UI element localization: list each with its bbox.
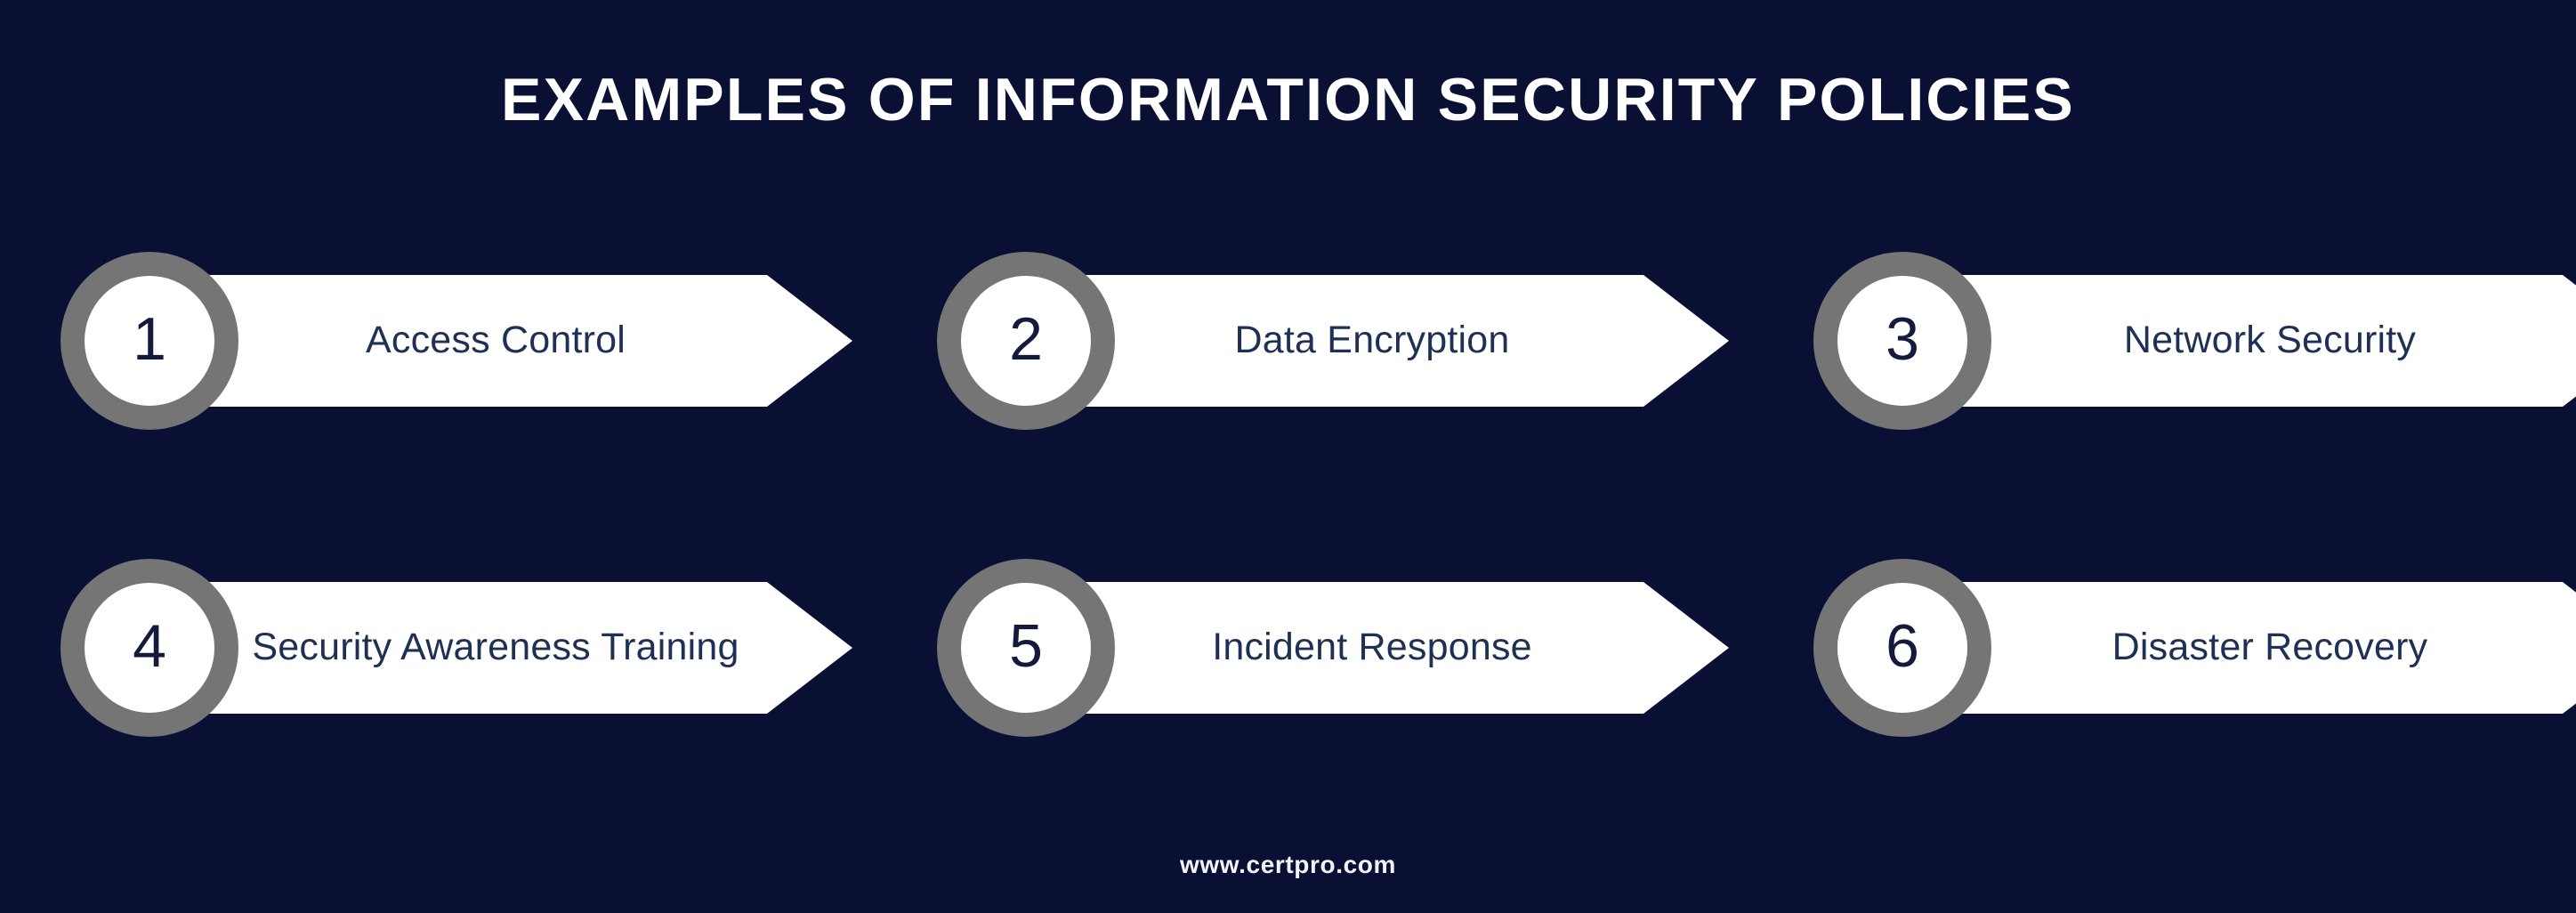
footer-website[interactable]: www.certpro.com — [0, 851, 2576, 879]
policy-item-3[interactable]: Network Security 3 — [1813, 252, 2576, 430]
policy-item-6[interactable]: Disaster Recovery 6 — [1813, 559, 2576, 737]
policy-number-3: 3 — [1886, 305, 1919, 373]
policy-label-1: Access Control — [366, 319, 626, 362]
policy-number-badge-3: 3 — [1813, 252, 1991, 430]
policy-items-grid: Access Control 1 Data Encryption 2 Netwo… — [61, 252, 2543, 750]
policy-number-badge-2: 2 — [937, 252, 1115, 430]
policy-number-5: 5 — [1009, 612, 1043, 680]
policy-label-4: Security Awareness Training — [252, 626, 739, 669]
policy-number-2: 2 — [1009, 305, 1043, 373]
infographic-poster: EXAMPLES OF INFORMATION SECURITY POLICIE… — [0, 0, 2576, 913]
policy-item-5[interactable]: Incident Response 5 — [937, 559, 1729, 737]
policy-number-badge-1: 1 — [61, 252, 238, 430]
policy-label-2: Data Encryption — [1234, 319, 1510, 362]
policy-number-6: 6 — [1886, 612, 1919, 680]
policy-label-3: Network Security — [2123, 319, 2417, 362]
policy-number-badge-5: 5 — [937, 559, 1115, 737]
policy-item-4[interactable]: Security Awareness Training 4 — [61, 559, 852, 737]
policy-number-1: 1 — [133, 305, 166, 373]
policy-label-6: Disaster Recovery — [2112, 626, 2428, 669]
policy-number-4: 4 — [133, 612, 166, 680]
page-title: EXAMPLES OF INFORMATION SECURITY POLICIE… — [501, 66, 2075, 133]
policy-number-badge-4: 4 — [61, 559, 238, 737]
policy-number-badge-6: 6 — [1813, 559, 1991, 737]
policy-item-1[interactable]: Access Control 1 — [61, 252, 852, 430]
policy-label-5: Incident Response — [1212, 626, 1532, 669]
policy-item-2[interactable]: Data Encryption 2 — [937, 252, 1729, 430]
